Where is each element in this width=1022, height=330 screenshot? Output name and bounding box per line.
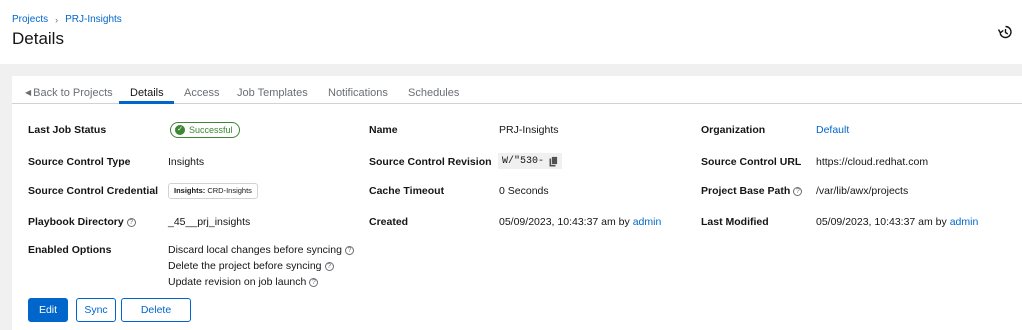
breadcrumb-projects-link[interactable]: Projects [12,14,48,25]
playbook-directory-label: Playbook Directory? [28,216,136,228]
organization-label: Organization [701,124,766,136]
created-date: 05/09/2023, 10:43:37 am by [499,216,630,228]
page-header: Projects › PRJ-Insights Details [0,0,1022,64]
help-icon[interactable]: ? [793,187,803,196]
check-circle-icon: ✓ [175,125,185,135]
tab-back-to-projects[interactable]: ◀ Back to Projects [25,87,113,99]
tab-bar: ◀ Back to Projects Details Access Job Tem… [12,76,1022,104]
credential-chip[interactable]: Insights: CRD-Insights [168,183,258,199]
option-item: Delete the project before syncing? [168,260,334,272]
source-control-type-value: Insights [168,156,205,168]
sync-button[interactable]: Sync [76,298,116,322]
last-modified-date: 05/09/2023, 10:43:37 am by [816,216,947,228]
history-icon[interactable] [997,24,1013,40]
playbook-directory-label-text: Playbook Directory [28,216,124,228]
revision-value: W/"530- [502,155,545,167]
tab-access[interactable]: Access [184,87,219,99]
tab-schedules[interactable]: Schedules [408,87,459,99]
credential-type: Insights: [174,186,206,195]
last-modified-value: 05/09/2023, 10:43:37 am by admin [816,216,978,228]
option-item: Update revision on job launch? [168,276,319,288]
created-label: Created [369,216,409,228]
status-badge[interactable]: ✓ Successful [170,122,240,138]
cache-timeout-value: 0 Seconds [499,185,549,197]
last-job-status-label: Last Job Status [28,124,107,136]
option-item: Discard local changes before syncing? [168,244,354,256]
project-base-path-label-text: Project Base Path [701,185,791,197]
project-base-path-value: /var/lib/awx/projects [816,185,909,197]
help-icon[interactable]: ? [324,262,334,271]
help-icon[interactable]: ? [126,218,136,227]
copy-icon[interactable] [549,155,558,167]
help-icon[interactable]: ? [309,278,319,287]
enabled-options-label: Enabled Options [28,244,112,256]
tab-details[interactable]: Details [130,87,164,99]
breadcrumb-current-link[interactable]: PRJ-Insights [65,14,122,25]
caret-left-icon: ◀ [25,88,32,97]
source-control-url-value: https://cloud.redhat.com [816,156,929,168]
revision-field: W/"530- [498,153,563,169]
cache-timeout-label: Cache Timeout [369,185,445,197]
source-control-credential-label: Source Control Credential [28,185,159,197]
breadcrumb-separator: › [55,14,59,25]
option-text: Update revision on job launch [168,276,307,288]
help-icon[interactable]: ? [344,246,354,255]
option-text: Discard local changes before syncing [168,244,342,256]
status-text: Successful [189,125,233,135]
project-details-card: ◀ Back to Projects Details Access Job Tem… [12,76,1022,330]
page-title: Details [12,29,64,48]
organization-link[interactable]: Default [816,124,849,136]
created-value: 05/09/2023, 10:43:37 am by admin [499,216,661,228]
option-text: Delete the project before syncing [168,260,322,272]
playbook-directory-value: _45__prj_insights [168,216,251,228]
source-control-type-label: Source Control Type [28,156,131,168]
edit-button[interactable]: Edit [28,298,68,322]
last-modified-user-link[interactable]: admin [950,216,979,228]
project-base-path-label: Project Base Path? [701,185,803,197]
tab-back-label: Back to Projects [33,87,113,99]
name-label: Name [369,124,398,136]
name-value: PRJ-Insights [499,124,559,136]
source-control-url-label: Source Control URL [701,156,802,168]
source-control-revision-label: Source Control Revision [369,156,492,168]
created-user-link[interactable]: admin [633,216,662,228]
credential-name: CRD-Insights [207,186,252,195]
breadcrumb: Projects › PRJ-Insights [12,14,122,25]
tab-notifications[interactable]: Notifications [328,87,388,99]
last-modified-label: Last Modified [701,216,769,228]
active-tab-indicator [119,101,174,104]
tab-job-templates[interactable]: Job Templates [237,87,308,99]
delete-button[interactable]: Delete [121,298,191,322]
